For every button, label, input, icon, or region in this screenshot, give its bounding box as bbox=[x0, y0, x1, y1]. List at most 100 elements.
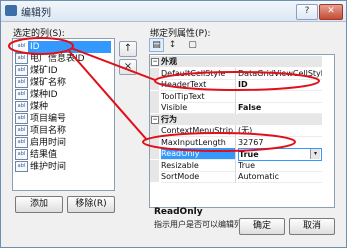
property-row-gutter bbox=[150, 136, 159, 148]
window-title: 编辑列 bbox=[21, 8, 51, 19]
textbox-column-icon: abl bbox=[15, 65, 28, 76]
property-category-row[interactable]: − 外观 bbox=[150, 56, 322, 67]
alphabetical-sort-icon[interactable]: ↕ bbox=[165, 38, 180, 52]
column-list-item-label: 项目编号 bbox=[30, 114, 67, 124]
property-name: ReadOnly bbox=[161, 148, 236, 160]
column-list-item[interactable]: abl 结果值 bbox=[15, 149, 111, 161]
add-button[interactable]: 添加 bbox=[15, 196, 63, 213]
column-list-item-label: 电厂信息表ID bbox=[30, 54, 85, 64]
property-name: ToolTipText bbox=[161, 90, 236, 103]
property-row-gutter bbox=[150, 159, 159, 171]
property-row[interactable]: ContextMenuStrip (无) bbox=[150, 125, 322, 137]
remove-button[interactable]: 移除(R) bbox=[67, 196, 115, 213]
property-row[interactable]: Visible False bbox=[150, 102, 322, 114]
collapse-toggle-icon[interactable]: − bbox=[151, 115, 159, 124]
column-list-item-label: 煤种ID bbox=[30, 90, 58, 100]
property-value-text: (无) bbox=[238, 126, 253, 135]
property-name: HeaderText bbox=[161, 79, 236, 91]
move-down-button[interactable]: × bbox=[119, 59, 137, 75]
property-value-text: True bbox=[238, 160, 255, 170]
property-value[interactable]: (无) bbox=[238, 125, 322, 137]
property-value[interactable]: 32767 bbox=[238, 137, 322, 149]
property-value-text: True bbox=[239, 150, 259, 159]
textbox-column-icon: abl bbox=[15, 41, 28, 52]
column-list-item-label: ID bbox=[30, 42, 40, 52]
property-category-label: 行为 bbox=[161, 114, 177, 124]
property-value-text: 32767 bbox=[238, 137, 264, 147]
column-list-item[interactable]: abl 项目名称 bbox=[15, 125, 111, 137]
property-row-gutter bbox=[150, 125, 159, 136]
textbox-column-icon: abl bbox=[15, 101, 28, 112]
property-row[interactable]: ReadOnly True ▾ bbox=[150, 148, 322, 161]
collapse-toggle-icon[interactable]: − bbox=[151, 58, 159, 66]
property-category-label: 外观 bbox=[161, 57, 177, 66]
column-list-item-label: 结果值 bbox=[30, 150, 58, 160]
ok-button[interactable]: 确定 bbox=[239, 218, 285, 235]
property-pages-icon[interactable]: ▢ bbox=[185, 38, 200, 52]
column-list-item[interactable]: abl 电厂信息表ID bbox=[15, 53, 111, 65]
textbox-column-icon: abl bbox=[15, 113, 28, 124]
column-list-item-label: 启用时间 bbox=[30, 138, 67, 148]
property-name: MaxInputLength bbox=[161, 136, 236, 149]
edit-columns-dialog: 编辑列 ? ✕ 选定的列(S): abl ID abl 电厂信息表ID abl 煤矿ID a… bbox=[0, 0, 347, 248]
property-row-gutter bbox=[150, 148, 159, 159]
property-grid[interactable]: − 外观 DefaultCellStyle DataGridViewCellStyle… bbox=[149, 54, 335, 208]
property-value-text: False bbox=[238, 103, 262, 112]
selected-columns-list[interactable]: abl ID abl 电厂信息表ID abl 煤矿ID abl 煤矿名称 abl 煤种ID abl 煤… bbox=[12, 38, 115, 191]
textbox-column-icon: abl bbox=[15, 149, 28, 160]
column-list-item[interactable]: abl 煤矿ID bbox=[15, 65, 111, 77]
column-list-item[interactable]: abl ID bbox=[15, 41, 111, 53]
dropdown-arrow-icon[interactable]: ▾ bbox=[310, 149, 320, 159]
property-value[interactable]: Automatic bbox=[238, 171, 322, 183]
property-row-gutter bbox=[150, 67, 159, 79]
column-list-item-label: 煤种 bbox=[30, 102, 49, 112]
property-name: DefaultCellStyle bbox=[161, 67, 236, 80]
textbox-column-icon: abl bbox=[15, 89, 28, 100]
column-list-item[interactable]: abl 维护时间 bbox=[15, 161, 111, 173]
property-value[interactable] bbox=[238, 91, 322, 103]
textbox-column-icon: abl bbox=[15, 77, 28, 88]
help-button[interactable]: ? bbox=[296, 4, 318, 20]
column-list-item[interactable]: abl 煤种 bbox=[15, 101, 111, 113]
property-value[interactable]: True bbox=[238, 160, 322, 172]
textbox-column-icon: abl bbox=[15, 137, 28, 148]
property-value-text: Automatic bbox=[238, 172, 280, 181]
column-list-item[interactable]: abl 煤矿名称 bbox=[15, 77, 111, 89]
property-name: Visible bbox=[161, 102, 236, 114]
property-row[interactable]: MaxInputLength 32767 bbox=[150, 136, 322, 149]
property-row-gutter bbox=[150, 90, 159, 102]
column-list-item-label: 项目名称 bbox=[30, 126, 67, 136]
property-row-gutter bbox=[150, 102, 159, 113]
column-list-item[interactable]: abl 项目编号 bbox=[15, 113, 111, 125]
move-up-button[interactable]: ↑ bbox=[119, 41, 137, 57]
property-row[interactable]: ToolTipText bbox=[150, 90, 322, 103]
title-bar: 编辑列 ? ✕ bbox=[1, 1, 346, 22]
property-row[interactable]: SortMode Automatic bbox=[150, 171, 322, 183]
cancel-button[interactable]: 取消 bbox=[289, 218, 335, 235]
close-button[interactable]: ✕ bbox=[319, 4, 343, 20]
property-value-text: ID bbox=[238, 80, 248, 89]
column-list-item-label: 煤矿名称 bbox=[30, 78, 67, 88]
description-title: ReadOnly bbox=[154, 207, 203, 217]
textbox-column-icon: abl bbox=[15, 125, 28, 136]
property-name: SortMode bbox=[161, 171, 236, 183]
property-category-row[interactable]: − 行为 bbox=[150, 113, 322, 125]
categorized-view-icon[interactable]: ▤ bbox=[149, 38, 164, 52]
property-name: ContextMenuStrip bbox=[161, 125, 236, 137]
property-row[interactable]: DefaultCellStyleDataGridViewCellStyle { … bbox=[150, 67, 322, 80]
property-value[interactable]: False bbox=[238, 102, 322, 114]
column-list-item-label: 维护时间 bbox=[30, 162, 67, 172]
property-value-text: DataGridViewCellStyle { } bbox=[238, 68, 322, 78]
window-icon bbox=[5, 5, 17, 16]
property-grid-toolbar: ▤ ↕ ▢ bbox=[149, 38, 209, 52]
property-row[interactable]: HeaderText ID bbox=[150, 79, 322, 91]
column-list-item-label: 煤矿ID bbox=[30, 66, 58, 76]
textbox-column-icon: abl bbox=[15, 53, 28, 64]
property-value[interactable]: ID bbox=[238, 79, 322, 91]
property-row-gutter bbox=[150, 171, 159, 182]
column-list-item[interactable]: abl 煤种ID bbox=[15, 89, 111, 101]
property-name: Resizable bbox=[161, 159, 236, 172]
property-value[interactable]: DataGridViewCellStyle { } bbox=[238, 68, 322, 80]
property-row[interactable]: Resizable True bbox=[150, 159, 322, 172]
column-list-item[interactable]: abl 启用时间 bbox=[15, 137, 111, 149]
